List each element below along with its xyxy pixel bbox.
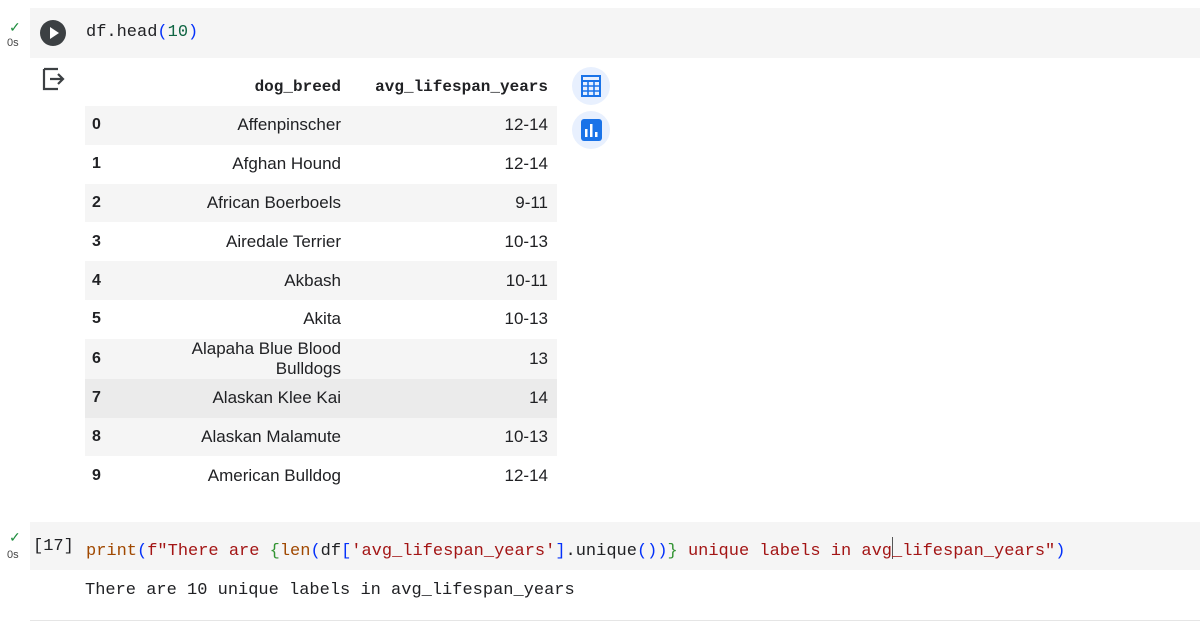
row-index: 4 [85,261,126,300]
cell-dog-breed: Alapaha Blue Blood Bulldogs [126,339,343,379]
cell-dog-breed: Airedale Terrier [126,222,343,261]
cell-lifespan: 12-14 [343,106,557,145]
table-row: 3 Airedale Terrier 10-13 [85,222,557,261]
check-icon: ✓ [9,530,21,544]
cell-dog-breed: African Boerboels [126,184,343,223]
index-header [85,68,126,106]
code-token: df.head [86,23,157,42]
cell-lifespan: 9-11 [343,184,557,223]
play-icon [40,20,66,46]
row-index: 1 [85,145,126,184]
code-token: () [637,542,657,561]
cell-dog-breed: American Bulldog [126,456,343,495]
execution-duration: 0s [7,37,19,49]
code-token: print [86,542,137,561]
cell-dog-breed: Alaskan Klee Kai [126,379,343,418]
row-index: 8 [85,418,126,457]
row-index: 2 [85,184,126,223]
divider [30,620,1200,621]
table-row: 7 Alaskan Klee Kai 14 [85,379,557,418]
row-index: 0 [85,106,126,145]
code-token: ( [137,542,147,561]
dataframe-table: dog_breed avg_lifespan_years 0 Affenpins… [85,68,557,495]
cell-dog-breed: Akbash [126,261,343,300]
cell-lifespan: 10-13 [343,418,557,457]
code-token: ] [555,542,565,561]
table-row: 6 Alapaha Blue Blood Bulldogs 13 [85,339,557,379]
table-grid-icon [572,67,610,105]
code-token: df [321,542,341,561]
cell-lifespan: 10-11 [343,261,557,300]
row-index: 5 [85,300,126,339]
cell-lifespan: 12-14 [343,456,557,495]
code-token: } [668,542,678,561]
code-cell-1[interactable] [30,8,1200,58]
cell-dog-breed: Affenpinscher [126,106,343,145]
code-editor-1[interactable]: df.head(10) [86,23,198,43]
table-row: 1 Afghan Hound 12-14 [85,145,557,184]
execution-duration: 0s [7,549,19,561]
code-token: .unique [566,542,637,561]
bar-chart-icon [572,111,610,149]
code-token: ( [157,23,167,42]
row-index: 3 [85,222,126,261]
code-token: 'avg_lifespan_years' [351,542,555,561]
cell-dog-breed: Akita [126,300,343,339]
table-row: 4 Akbash 10-11 [85,261,557,300]
cell-output-text: There are 10 unique labels in avg_lifesp… [85,581,575,601]
row-index: 9 [85,456,126,495]
execution-count: [17] [33,537,74,556]
table-row: 2 African Boerboels 9-11 [85,184,557,223]
table-row: 8 Alaskan Malamute 10-13 [85,418,557,457]
code-token: ) [1055,542,1065,561]
cell-lifespan: 12-14 [343,145,557,184]
run-cell-button[interactable] [40,20,66,46]
code-editor-2[interactable]: print(f"There are {len(df['avg_lifespan_… [86,537,1065,562]
row-index: 6 [85,339,126,379]
check-icon: ✓ [9,20,21,34]
output-redirect-icon[interactable] [40,66,66,92]
row-index: 7 [85,379,126,418]
code-token: _lifespan_years" [892,542,1055,561]
cell-lifespan: 10-13 [343,222,557,261]
code-token: ) [657,542,667,561]
code-token: len [280,542,311,561]
code-token: { [270,542,280,561]
column-header: dog_breed [126,68,343,106]
column-header: avg_lifespan_years [343,68,557,106]
code-token: [ [341,542,351,561]
cell-lifespan: 14 [343,379,557,418]
table-row: 5 Akita 10-13 [85,300,557,339]
cell-dog-breed: Alaskan Malamute [126,418,343,457]
interactive-table-button[interactable] [572,67,610,105]
cell-dog-breed: Afghan Hound [126,145,343,184]
code-token: f"There are [147,542,269,561]
code-token: ( [310,542,320,561]
table-header-row: dog_breed avg_lifespan_years [85,68,557,106]
code-token: unique labels in avg [678,542,892,561]
code-token: 10 [168,23,188,42]
table-row: 0 Affenpinscher 12-14 [85,106,557,145]
suggest-chart-button[interactable] [572,111,610,149]
cell-lifespan: 13 [343,339,557,379]
cell-lifespan: 10-13 [343,300,557,339]
table-row: 9 American Bulldog 12-14 [85,456,557,495]
code-token: ) [188,23,198,42]
